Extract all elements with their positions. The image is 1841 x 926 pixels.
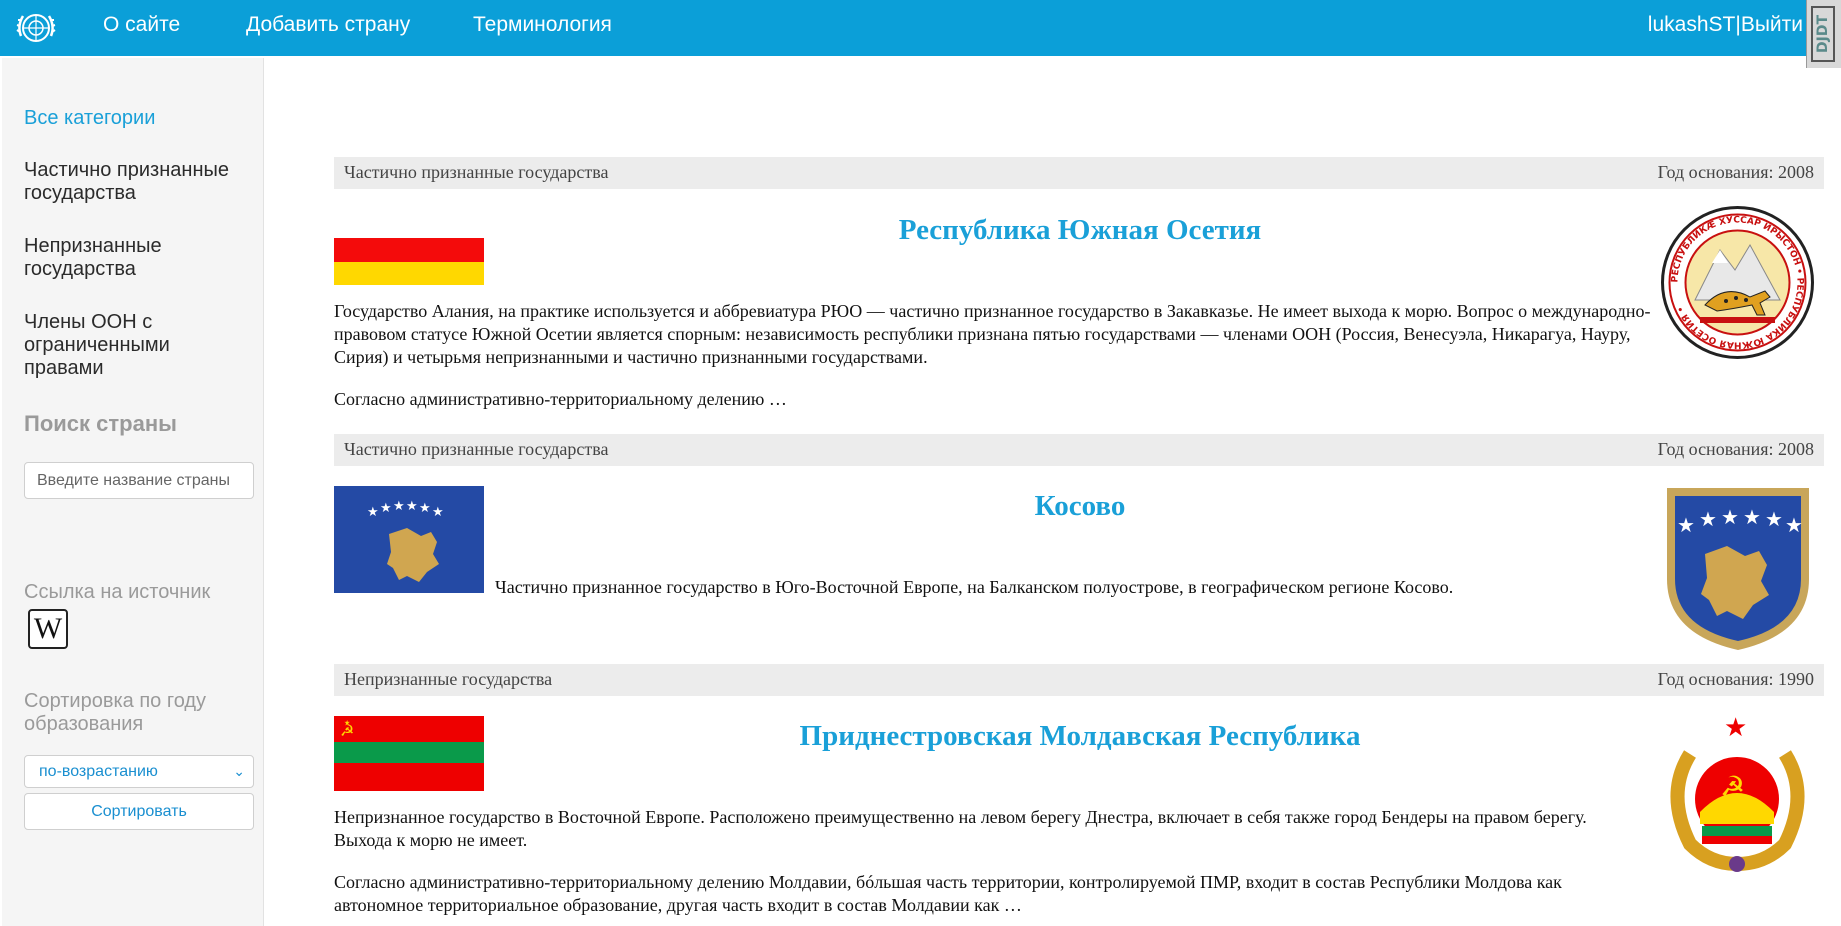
country-description-more: Согласно административно-территориальном… <box>334 872 1562 915</box>
svg-text:★: ★ <box>1724 714 1747 743</box>
svg-text:★: ★ <box>1721 505 1739 529</box>
country-founding-year: Год основания: 2008 <box>1657 162 1814 182</box>
country-category: Частично признанные государства <box>344 439 609 459</box>
flag-kosovo-icon: ★ ★ ★ ★ ★ ★ <box>334 486 484 593</box>
country-description-more: Согласно административно-территориальном… <box>334 389 787 409</box>
wikipedia-icon[interactable]: W <box>28 609 68 649</box>
svg-text:★: ★ <box>1785 513 1803 537</box>
svg-text:★: ★ <box>344 719 350 727</box>
svg-text:★: ★ <box>1743 505 1761 529</box>
svg-text:★: ★ <box>1677 513 1695 537</box>
nav-about[interactable]: О сайте <box>103 13 180 37</box>
svg-text:★: ★ <box>367 505 379 520</box>
country-description: Непризнанное государство в Восточной Евр… <box>334 807 1587 850</box>
wikipedia-glyph: W <box>33 612 63 645</box>
search-input[interactable] <box>24 462 254 499</box>
svg-text:★: ★ <box>393 499 405 514</box>
country-founding-year: Год основания: 1990 <box>1657 669 1814 689</box>
country-category: Частично признанные государства <box>344 162 609 182</box>
nav-add-country[interactable]: Добавить страну <box>246 13 410 37</box>
sort-button[interactable]: Сортировать <box>24 793 254 830</box>
sort-label: Сортировка по году образования <box>24 690 207 735</box>
flag-transnistria-icon: ☭ ★ <box>334 716 484 791</box>
logout-link[interactable]: Выйти <box>1741 13 1803 36</box>
emblem-south-ossetia-icon: РЕСПУБЛИКӔ ХУССАР ИРЫСТОН • РЕСПУБЛИКА Ю… <box>1661 206 1814 359</box>
country-title-link[interactable]: Косово <box>500 490 1660 523</box>
username-link[interactable]: lukashST <box>1648 13 1736 36</box>
sort-selected-value: по-возрастанию <box>39 763 158 780</box>
sort-order-select[interactable]: по-возрастанию ⌄ <box>24 755 254 788</box>
country-title-link[interactable]: Приднестровская Молдавская Республика <box>500 720 1660 753</box>
chevron-down-icon: ⌄ <box>233 763 245 779</box>
svg-text:★: ★ <box>380 501 392 516</box>
country-card-header: Непризнанные государства Год основания: … <box>334 664 1824 696</box>
source-label: Ссылка на источник <box>24 581 211 603</box>
sidebar-item-un-limited[interactable]: Члены ООН с ограниченными правами <box>24 311 254 380</box>
search-heading: Поиск страны <box>24 411 177 436</box>
svg-text:★: ★ <box>1765 507 1783 531</box>
emblem-transnistria-icon: ★ ☭ <box>1670 714 1805 872</box>
country-card-header: Частично признанные государства Год осно… <box>334 157 1824 189</box>
debug-toolbar-label: DJDT <box>1811 6 1835 62</box>
country-title-link[interactable]: Республика Южная Осетия <box>500 214 1660 247</box>
sidebar-item-partially-recognized[interactable]: Частично признанные государства <box>24 159 254 205</box>
emblem-kosovo-icon: ★ ★ ★ ★ ★ ★ <box>1667 488 1809 650</box>
un-logo-icon[interactable] <box>13 6 59 50</box>
svg-text:★: ★ <box>432 505 444 520</box>
country-card-header: Частично признанные государства Год осно… <box>334 434 1824 466</box>
sidebar-item-unrecognized[interactable]: Непризнанные государства <box>24 235 254 281</box>
svg-text:★: ★ <box>406 499 418 514</box>
user-area: lukashST|Выйти <box>1648 13 1803 37</box>
country-category: Непризнанные государства <box>344 669 553 689</box>
debug-toolbar-toggle[interactable]: DJDT <box>1806 0 1841 68</box>
flag-south-ossetia-icon <box>334 234 484 285</box>
sidebar-item-all-categories[interactable]: Все категории <box>24 107 254 130</box>
svg-text:★: ★ <box>419 501 431 516</box>
country-description: Государство Алания, на практике использу… <box>334 301 1651 367</box>
top-navbar: О сайте Добавить страну Терминология luk… <box>0 0 1841 68</box>
nav-terminology[interactable]: Терминология <box>473 13 612 37</box>
svg-text:★: ★ <box>1699 507 1717 531</box>
svg-text:☭: ☭ <box>1720 770 1745 803</box>
country-founding-year: Год основания: 2008 <box>1657 439 1814 459</box>
sidebar: Все категории Частично признанные госуда… <box>2 58 264 926</box>
country-description: Частично признанное государство в Юго-Во… <box>495 577 1454 597</box>
